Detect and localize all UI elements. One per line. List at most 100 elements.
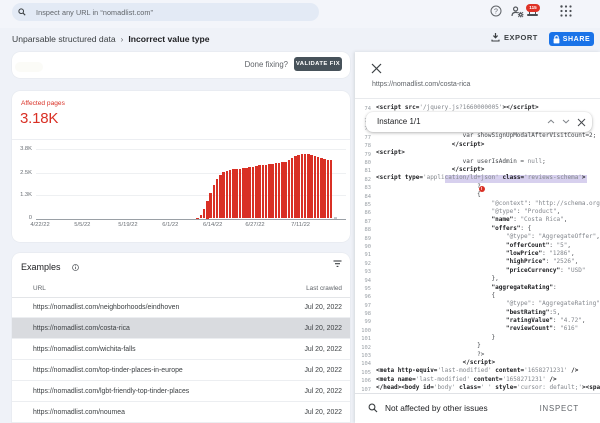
chart-bar[interactable] [222, 172, 225, 219]
chart-bar[interactable] [239, 169, 242, 219]
example-url[interactable]: https://nomadlist.com/wichita-falls [33, 346, 136, 353]
chart-bar[interactable] [265, 165, 268, 219]
table-row[interactable]: https://nomadlist.com/top-tinder-places-… [12, 360, 350, 381]
chart-bar[interactable] [291, 158, 294, 218]
code-line-97: 97"@type": "AggregateRating", [355, 300, 600, 308]
code-text: "offers": { [492, 225, 532, 233]
detail-url[interactable]: https://nomadlist.com/costa-rica [372, 81, 470, 88]
last-crawled-date: Jul 20, 2022 [304, 304, 342, 311]
chart-bar[interactable] [271, 164, 274, 219]
inspect-button[interactable]: INSPECT [540, 404, 579, 413]
search-placeholder: Inspect any URL in “nomadlist.com” [36, 8, 153, 17]
code-line-74: 74<script src='/jquery.js?1660000005'></… [355, 104, 600, 112]
breadcrumb-report[interactable]: Unparsable structured data [12, 34, 116, 44]
code-text: var userIsAdmin = null; [463, 158, 546, 166]
share-button[interactable]: SHARE [549, 32, 594, 46]
affected-pages-chart: 01.3K2.5K3.8K4/22/225/5/225/19/226/1/226… [12, 91, 350, 242]
code-line-103: 103?> [355, 351, 600, 359]
chart-bar[interactable] [245, 168, 248, 219]
filter-icon[interactable] [333, 260, 342, 268]
chart-bar[interactable] [297, 155, 300, 218]
code-line-100: 100"reviewCount": "616" [355, 325, 600, 333]
chart-bar[interactable] [229, 170, 232, 219]
table-row[interactable]: https://nomadlist.com/neighborhoods/eind… [12, 297, 350, 318]
chart-bar[interactable] [288, 160, 291, 218]
table-row[interactable]: https://nomadlist.com/noumeaJul 20, 2022 [12, 402, 350, 423]
chart-bar[interactable] [219, 175, 222, 219]
panel-footer: Not affected by other issues INSPECT [355, 393, 600, 423]
example-url[interactable]: https://nomadlist.com/noumea [33, 409, 125, 416]
search-console-app: Inspect any URL in “nomadlist.com” ? 115… [0, 0, 600, 423]
chart-bar[interactable] [213, 185, 216, 219]
url-inspect-searchbar[interactable]: Inspect any URL in “nomadlist.com” [12, 3, 319, 21]
chart-bar[interactable] [294, 156, 297, 218]
code-text: "aggregateRating": [492, 284, 557, 292]
table-row[interactable]: https://nomadlist.com/lgbt-friendly-top-… [12, 381, 350, 402]
help-icon[interactable]: ? [490, 5, 502, 17]
chart-bar[interactable] [268, 164, 271, 218]
user-settings-icon[interactable] [511, 5, 524, 18]
chevron-down-icon[interactable] [562, 119, 570, 124]
examples-card: Examples URL Last crawled https://nomadl… [12, 253, 350, 423]
chart-bar[interactable] [310, 155, 313, 218]
example-url[interactable]: https://nomadlist.com/top-tinder-places-… [33, 367, 183, 374]
chart-bar[interactable] [262, 165, 265, 219]
chart-bar[interactable] [252, 167, 255, 219]
code-text: "name": "Costa Rica", [492, 216, 568, 224]
chart-bar[interactable] [232, 169, 235, 218]
chart-bar[interactable] [281, 162, 284, 218]
chart-bar[interactable] [248, 167, 251, 218]
chart-bar[interactable] [235, 169, 238, 219]
code-line-88: 88"offers": { [355, 225, 600, 233]
validate-fix-bar: Done fixing? VALIDATE FIX [12, 52, 350, 78]
table-row-selected[interactable]: https://nomadlist.com/costa-ricaJul 20, … [12, 318, 350, 339]
code-text: } [477, 342, 481, 350]
apps-grid-icon[interactable] [559, 4, 573, 18]
info-icon[interactable] [72, 264, 79, 271]
chart-bar[interactable] [275, 163, 278, 218]
chart-bar[interactable] [242, 168, 245, 218]
x-axis-tick-label: 6/1/22 [150, 222, 190, 228]
table-row[interactable]: https://nomadlist.com/wichita-fallsJul 2… [12, 339, 350, 360]
code-text: <script src='/jquery.js?1660000005'></sc… [376, 104, 539, 112]
chart-bar[interactable] [301, 154, 304, 218]
chart-bar[interactable] [327, 160, 330, 219]
chart-bar[interactable] [307, 154, 310, 218]
chart-bar[interactable] [317, 157, 320, 218]
chevron-up-icon[interactable] [547, 119, 555, 124]
chart-bar[interactable] [314, 156, 317, 218]
code-text: <meta http-equiv='last-modified' content… [376, 367, 578, 375]
example-url[interactable]: https://nomadlist.com/lgbt-friendly-top-… [33, 388, 189, 395]
code-line-84: 84{ [355, 191, 600, 199]
chart-bar[interactable] [258, 165, 261, 218]
chart-bar[interactable] [323, 159, 326, 219]
source-code-view[interactable]: 74<script src='/jquery.js?1660000005'></… [355, 99, 600, 392]
validate-fix-button[interactable]: VALIDATE FIX [294, 57, 342, 71]
chart-bar[interactable] [330, 160, 333, 218]
chart-bar[interactable] [203, 209, 206, 219]
examples-table: https://nomadlist.com/neighborhoods/eind… [12, 297, 350, 423]
chart-bar[interactable] [216, 179, 219, 218]
chart-bar[interactable] [278, 163, 281, 219]
chart-bar[interactable] [304, 154, 307, 218]
code-text: "@context": "http://schema.org", [492, 200, 600, 208]
alerts-icon[interactable]: 115 [526, 3, 542, 18]
instance-close-icon[interactable] [577, 118, 586, 127]
chart-bar[interactable] [284, 162, 287, 219]
chart-bar[interactable] [255, 166, 258, 218]
example-url[interactable]: https://nomadlist.com/costa-rica [33, 325, 130, 332]
code-text: </head><body id='body' class=' ' style='… [376, 384, 600, 392]
chart-bar[interactable] [209, 193, 212, 219]
chart-bar[interactable] [200, 215, 203, 218]
export-button[interactable]: EXPORT [491, 32, 538, 42]
chart-gridline [36, 219, 346, 220]
code-text: { [492, 292, 496, 300]
error-marker-icon[interactable]: ! [479, 186, 485, 192]
chart-bar[interactable] [226, 171, 229, 219]
chart-bar[interactable] [320, 158, 323, 218]
chart-bar[interactable] [206, 201, 209, 218]
close-icon[interactable] [371, 63, 382, 74]
instance-counter: Instance 1/1 [377, 117, 421, 126]
example-url[interactable]: https://nomadlist.com/neighborhoods/eind… [33, 304, 179, 311]
chart-bar[interactable] [196, 218, 199, 219]
